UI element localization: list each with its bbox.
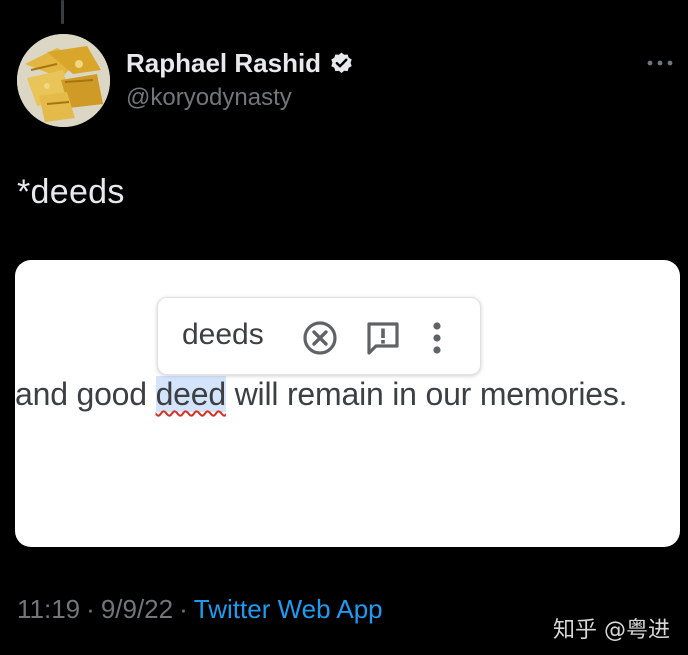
footer-separator: · [179, 594, 188, 624]
sentence-after: will remain in our memories. [225, 376, 628, 412]
tweet-media-image[interactable]: deeds and good deed will remain in our m… [15, 260, 680, 547]
verified-badge-icon [331, 52, 352, 73]
tweet-time[interactable]: 11:19 [17, 594, 80, 624]
spellcheck-suggestion-popup: deeds [157, 297, 481, 375]
watermark: 知乎 @粤进 [553, 618, 670, 643]
more-vert-icon[interactable] [430, 319, 444, 357]
misspelled-word[interactable]: deed [155, 376, 226, 412]
thread-connector-line [61, 0, 64, 24]
tweet-footer: 11:19 · 9/9/22 · Twitter Web App [17, 594, 383, 625]
dismiss-icon[interactable] [301, 319, 339, 357]
author-name[interactable]: Raphael Rashid [126, 48, 321, 79]
feedback-icon[interactable] [364, 319, 402, 357]
suggestion-word[interactable]: deeds [182, 318, 264, 352]
more-options-icon[interactable] [646, 56, 674, 70]
author-handle[interactable]: @koryodynasty [126, 84, 292, 112]
sentence-before: and good [15, 376, 156, 412]
tweet-source-link[interactable]: Twitter Web App [194, 594, 383, 624]
author-name-row[interactable]: Raphael Rashid [126, 48, 354, 79]
footer-separator: · [86, 594, 95, 624]
avatar-image [17, 34, 110, 127]
document-sentence: and good deed will remain in our memorie… [15, 376, 628, 413]
avatar[interactable] [17, 34, 110, 127]
tweet-text: *deeds [17, 173, 125, 211]
tweet-date[interactable]: 9/9/22 [101, 594, 173, 624]
